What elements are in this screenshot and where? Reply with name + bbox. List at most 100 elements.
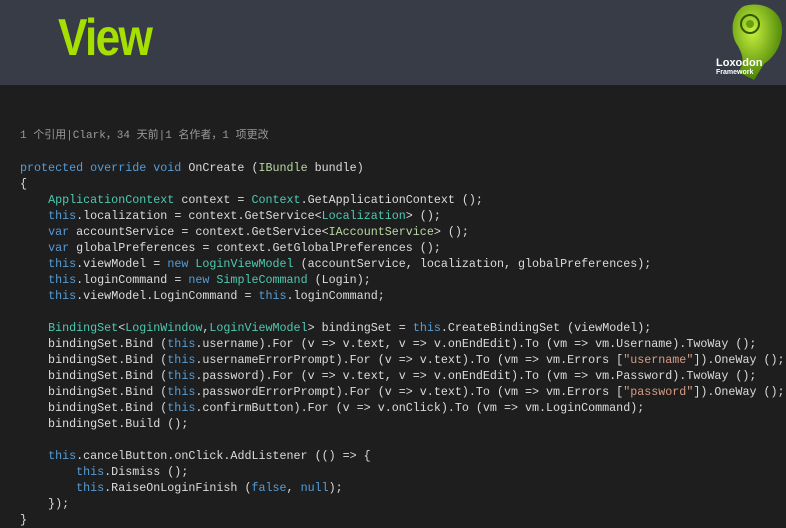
code-line: this.viewModel.LoginCommand = this.login… bbox=[20, 288, 785, 304]
code-token: .usernameErrorPrompt).For (v => v.text).… bbox=[195, 353, 624, 367]
code-line: ApplicationContext context = Context.Get… bbox=[20, 192, 785, 208]
code-token: OnCreate ( bbox=[181, 161, 259, 175]
code-token: .password).For (v => v.text, v => v.onEn… bbox=[195, 369, 757, 383]
keyword-token: var bbox=[48, 225, 70, 239]
code-token: .loginCommand; bbox=[286, 289, 385, 303]
type-token: BindingSet bbox=[48, 321, 119, 335]
code-token: .username).For (v => v.text, v => v.onEn… bbox=[195, 337, 757, 351]
logo-title: Loxodon bbox=[716, 57, 763, 69]
code-token: > (); bbox=[405, 209, 441, 223]
code-token: .viewModel = bbox=[76, 257, 168, 271]
logo-subtitle: Framework bbox=[716, 69, 754, 76]
code-line: bindingSet.Build (); bbox=[20, 416, 785, 432]
keyword-token: this bbox=[167, 385, 196, 399]
code-line: protected override void OnCreate (IBundl… bbox=[20, 160, 785, 176]
code-token: .passwordErrorPrompt).For (v => v.text).… bbox=[195, 385, 624, 399]
code-editor[interactable]: 1 个引用|Clark，34 天前|1 名作者，1 项更改 protected … bbox=[20, 96, 785, 528]
keyword-token: this bbox=[412, 321, 441, 335]
code-token: globalPreferences = context.GetGlobalPre… bbox=[69, 241, 441, 255]
keyword-token: this bbox=[48, 289, 77, 303]
code-token: (Login); bbox=[307, 273, 371, 287]
code-token: .viewModel.LoginCommand = bbox=[76, 289, 259, 303]
code-token: ); bbox=[328, 481, 343, 495]
keyword-token: this bbox=[48, 273, 77, 287]
keyword-token: this bbox=[48, 257, 77, 271]
header-banner: View Loxodon Framework bbox=[0, 0, 786, 85]
code-token: bindingSet.Bind ( bbox=[20, 337, 168, 351]
code-token: bindingSet.Build (); bbox=[20, 417, 189, 431]
type-token: ApplicationContext bbox=[48, 193, 175, 207]
code-line: bindingSet.Bind (this.password).For (v =… bbox=[20, 368, 785, 384]
code-token: accountService = context.GetService< bbox=[69, 225, 329, 239]
keyword-token: var bbox=[48, 241, 70, 255]
code-line: bindingSet.Bind (this.username).For (v =… bbox=[20, 336, 785, 352]
code-token: .CreateBindingSet (viewModel); bbox=[440, 321, 652, 335]
code-token: (accountService, localization, globalPre… bbox=[293, 257, 652, 271]
code-line: bindingSet.Bind (this.confirmButton).For… bbox=[20, 400, 785, 416]
code-token: }); bbox=[20, 497, 70, 511]
logo-text: Loxodon Framework bbox=[716, 58, 786, 77]
keyword-token: false bbox=[251, 481, 287, 495]
keyword-token: this bbox=[48, 449, 77, 463]
code-line: bindingSet.Bind (this.passwordErrorPromp… bbox=[20, 384, 784, 400]
code-token: context = bbox=[174, 193, 252, 207]
code-token: .GetApplicationContext (); bbox=[300, 193, 483, 207]
type-token: SimpleCommand bbox=[216, 273, 308, 287]
code-token: .confirmButton).For (v => v.onClick).To … bbox=[195, 401, 645, 415]
codelens-info[interactable]: 1 个引用|Clark，34 天前|1 名作者，1 项更改 bbox=[20, 128, 785, 144]
code-token: .localization = context.GetService< bbox=[76, 209, 322, 223]
code-token: bindingSet.Bind ( bbox=[20, 369, 168, 383]
keyword-token: this bbox=[167, 401, 196, 415]
keyword-token: new bbox=[167, 257, 189, 271]
type-token: LoginViewModel bbox=[209, 321, 308, 335]
type-token: LoginWindow bbox=[125, 321, 203, 335]
code-line: this.Dismiss (); bbox=[20, 464, 785, 480]
type-token: Context bbox=[251, 193, 301, 207]
code-line: } bbox=[20, 512, 785, 528]
code-token: bindingSet.Bind ( bbox=[20, 385, 168, 399]
keyword-token: this bbox=[76, 465, 105, 479]
code-line: BindingSet<LoginWindow,LoginViewModel> b… bbox=[20, 320, 785, 336]
type-token: LoginViewModel bbox=[195, 257, 294, 271]
code-token: bindingSet.Bind ( bbox=[20, 401, 168, 415]
code-line: this.localization = context.GetService<L… bbox=[20, 208, 785, 224]
code-token: .Dismiss (); bbox=[104, 465, 189, 479]
code-token: bundle) bbox=[307, 161, 364, 175]
keyword-token: this bbox=[76, 481, 105, 495]
keyword-token: this bbox=[167, 337, 196, 351]
code-line: this.loginCommand = new SimpleCommand (L… bbox=[20, 272, 785, 288]
code-line: this.RaiseOnLoginFinish (false, null); bbox=[20, 480, 785, 496]
keyword-token: new bbox=[188, 273, 210, 287]
string-token: "password" bbox=[623, 385, 694, 399]
code-line: var accountService = context.GetService<… bbox=[20, 224, 785, 240]
code-token: > bindingSet = bbox=[307, 321, 413, 335]
code-line: bindingSet.Bind (this.usernameErrorPromp… bbox=[20, 352, 785, 368]
code-token: , bbox=[286, 481, 301, 495]
code-line: this.viewModel = new LoginViewModel (acc… bbox=[20, 256, 785, 272]
code-token: { bbox=[20, 177, 28, 191]
keyword-token: this bbox=[167, 353, 196, 367]
keyword-token: this bbox=[167, 369, 196, 383]
keyword-token: protected override void bbox=[20, 161, 182, 175]
code-token: .loginCommand = bbox=[76, 273, 189, 287]
interface-token: IBundle bbox=[258, 161, 308, 175]
string-token: "username" bbox=[623, 353, 694, 367]
code-line: }); bbox=[20, 496, 785, 512]
type-token: Localization bbox=[321, 209, 406, 223]
code-token: bindingSet.Bind ( bbox=[20, 353, 168, 367]
code-token: } bbox=[20, 513, 28, 527]
code-token: .cancelButton.onClick.AddListener (() =>… bbox=[76, 449, 371, 463]
code-line: var globalPreferences = context.GetGloba… bbox=[20, 240, 785, 256]
code-token: ]).OneWay (); bbox=[693, 353, 785, 367]
code-token: > (); bbox=[433, 225, 469, 239]
